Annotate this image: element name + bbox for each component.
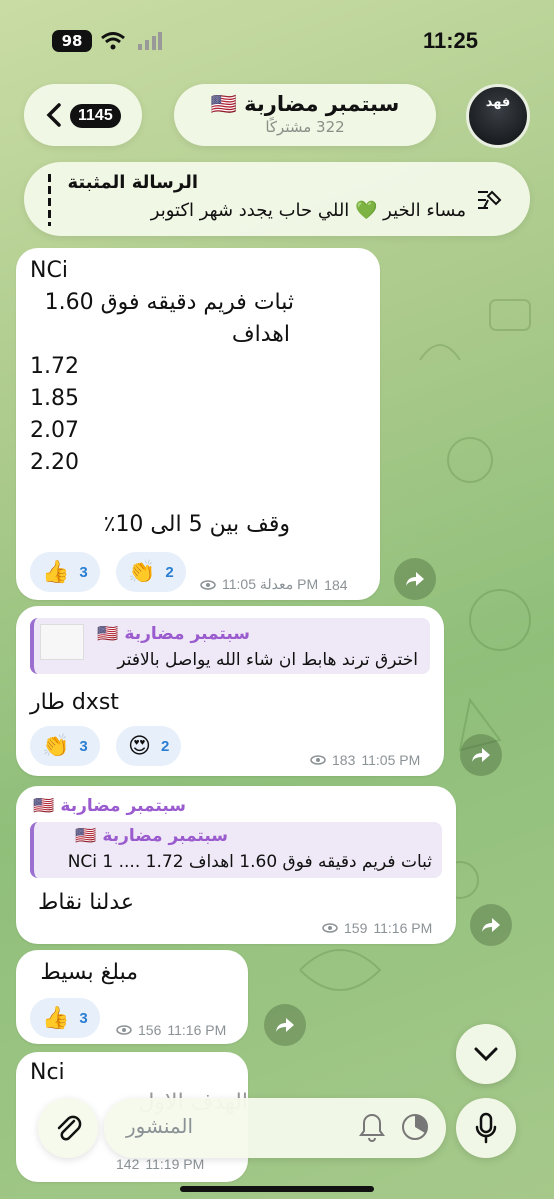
- reaction-thumbs-up[interactable]: 👍 3: [30, 552, 100, 592]
- message-meta: 142 11:19 PM: [116, 1156, 204, 1172]
- pinned-indicator-line: [48, 174, 51, 226]
- view-count: 183: [332, 752, 356, 768]
- quote-text: ثبات فريم دقيقه فوق 1.60 اهداف 1.72 ....…: [67, 852, 432, 872]
- reaction-clap[interactable]: 👏 2: [116, 552, 186, 592]
- message-text: Nci: [30, 1060, 65, 1085]
- message-line: NCi: [30, 258, 68, 283]
- battery-level: 98: [61, 32, 83, 50]
- microphone-icon: [475, 1112, 497, 1144]
- message-sender: سبتمبر مضاربة 🇺🇸: [33, 796, 186, 816]
- microphone-button[interactable]: [456, 1098, 516, 1158]
- reaction-emoji: 👍: [42, 559, 70, 585]
- clock-time: 11:25: [422, 28, 478, 53]
- message-line: 1.72: [30, 354, 79, 379]
- reaction-count: 2: [165, 563, 174, 581]
- message-text: طار dxst: [30, 690, 119, 715]
- quote-thumbnail: [40, 624, 84, 660]
- input-placeholder: المنشور: [126, 1114, 194, 1138]
- message-line: 1.85: [30, 386, 79, 411]
- channel-avatar[interactable]: فهد: [466, 84, 530, 148]
- message-meta: 183 11:05 PM: [310, 752, 420, 768]
- reaction-emoji: 👍: [42, 1005, 70, 1031]
- pinned-text: مساء الخير 💚 اللي حاب يجدد شهر اكتوبر: [150, 200, 466, 221]
- reaction-count: 2: [160, 737, 170, 755]
- scroll-to-bottom-button[interactable]: [456, 1024, 516, 1084]
- message-time: 11:05 PM: [361, 752, 421, 768]
- pin-list-icon[interactable]: [474, 188, 504, 212]
- message-meta: 156 11:16 PM: [116, 1022, 226, 1038]
- unread-count-badge: 1145: [70, 104, 121, 128]
- view-count: 156: [138, 1022, 162, 1038]
- status-bar: 98 11:25: [0, 0, 554, 80]
- reaction-emoji: 👏: [42, 733, 70, 759]
- reaction-count: 3: [79, 737, 88, 755]
- message-time: 11:19 PM: [145, 1156, 205, 1172]
- timer-icon[interactable]: [400, 1112, 430, 1142]
- pinned-title: الرسالة المثبتة: [67, 172, 198, 193]
- battery-indicator: 98: [52, 30, 92, 52]
- quote-text: اخترق ترند هابط ان شاء الله يواصل بالافت…: [117, 650, 418, 670]
- view-count: 142: [116, 1156, 140, 1172]
- message-time: 11:16 PM: [373, 920, 433, 936]
- message-text: مبلغ بسيط: [40, 960, 138, 985]
- message-input[interactable]: المنشور: [104, 1098, 446, 1158]
- eye-icon: [322, 923, 338, 933]
- reaction-clap[interactable]: 👏 3: [30, 726, 100, 766]
- share-arrow-icon: [276, 1018, 294, 1032]
- message-text: عدلنا نقاط: [37, 890, 134, 915]
- message-line: وقف بين 5 الى 10٪: [103, 512, 290, 537]
- reaction-count: 3: [79, 1009, 88, 1027]
- subscriber-count: 322 مشتركًا: [265, 118, 345, 136]
- chevron-down-icon: [474, 1047, 498, 1062]
- view-count: 159: [344, 920, 368, 936]
- share-arrow-icon: [406, 572, 424, 586]
- eye-icon: [116, 1025, 132, 1035]
- attach-button[interactable]: [38, 1098, 98, 1158]
- signal-icon: [138, 32, 162, 50]
- message-line: اهداف: [231, 322, 290, 347]
- eye-icon: [200, 579, 216, 590]
- reaction-thumbs-up[interactable]: 👍 3: [30, 998, 100, 1038]
- channel-title-button[interactable]: سبتمبر مضاربة 🇺🇸 322 مشتركًا: [174, 84, 436, 146]
- message-line: ثبات فريم دقيقه فوق 1.60: [44, 290, 294, 315]
- avatar-text: فهد: [485, 95, 511, 110]
- forward-button[interactable]: [264, 1004, 306, 1046]
- message-time: 11:16 PM: [167, 1022, 227, 1038]
- message-line: 2.20: [30, 450, 79, 475]
- forward-button[interactable]: [470, 904, 512, 946]
- reaction-emoji: 👏: [128, 559, 156, 585]
- bell-icon[interactable]: [358, 1112, 386, 1142]
- quote-sender: سبتمبر مضاربة 🇺🇸: [75, 826, 228, 846]
- eye-icon: [310, 755, 326, 765]
- forward-button[interactable]: [394, 558, 436, 600]
- paperclip-icon: [57, 1115, 82, 1141]
- channel-name: سبتمبر مضاربة 🇺🇸: [210, 92, 400, 116]
- message-line: 2.07: [30, 418, 79, 443]
- message-meta: 159 11:16 PM: [322, 920, 432, 936]
- home-indicator: [180, 1186, 374, 1192]
- message-time: معدلة 11:05 PM: [222, 576, 319, 592]
- share-arrow-icon: [472, 748, 490, 762]
- forward-button[interactable]: [460, 734, 502, 776]
- chevron-left-icon[interactable]: [44, 102, 64, 128]
- view-count: 184: [324, 576, 348, 593]
- share-arrow-icon: [482, 918, 500, 932]
- reaction-emoji: 😍: [128, 733, 151, 759]
- reaction-heart-eyes[interactable]: 😍 2: [116, 726, 182, 766]
- quote-sender: سبتمبر مضاربة 🇺🇸: [97, 624, 250, 644]
- wifi-icon: [101, 32, 125, 50]
- message-meta: معدلة 11:05 PM 184: [200, 576, 348, 593]
- reaction-count: 3: [79, 563, 88, 581]
